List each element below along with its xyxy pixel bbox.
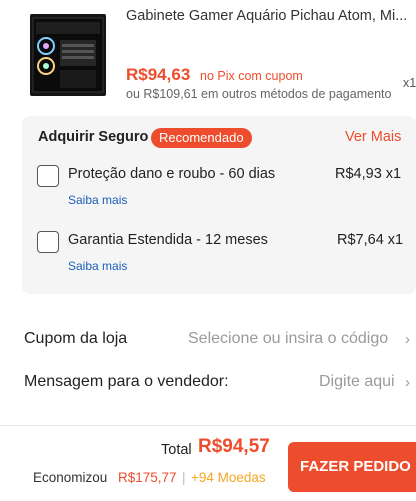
savings-value: R$175,77 — [118, 470, 177, 485]
place-order-button[interactable]: FAZER PEDIDO — [288, 442, 416, 492]
seller-message-row[interactable]: Mensagem para o vendedor: Digite aqui › — [0, 360, 416, 404]
recommended-badge: Recomendado — [151, 128, 252, 148]
insurance-option-checkbox[interactable] — [37, 165, 59, 187]
chevron-right-icon: › — [405, 374, 410, 391]
insurance-option-price: R$7,64 x1 — [337, 232, 404, 248]
learn-more-link[interactable]: Saiba mais — [68, 259, 127, 273]
insurance-title: Adquirir Seguro — [38, 129, 149, 145]
insurance-option-label: Garantia Estendida - 12 meses — [68, 232, 268, 248]
see-more-link[interactable]: Ver Mais — [345, 129, 401, 145]
learn-more-link[interactable]: Saiba mais — [68, 193, 127, 207]
other-payment-price: ou R$109,61 em outros métodos de pagamen… — [126, 87, 392, 101]
coins-earned: +94 Moedas — [191, 470, 266, 485]
product-thumbnail[interactable] — [22, 8, 114, 100]
store-coupon-row[interactable]: Cupom da loja Selecione ou insira o códi… — [0, 318, 416, 362]
seller-message-input[interactable]: Digite aqui — [319, 373, 395, 391]
chevron-right-icon: › — [405, 331, 410, 348]
insurance-option-label: Proteção dano e roubo - 60 dias — [68, 166, 276, 182]
product-title[interactable]: Gabinete Gamer Aquário Pichau Atom, Mi..… — [126, 8, 416, 24]
total-label: Total — [161, 442, 192, 458]
store-coupon-label: Cupom da loja — [24, 330, 128, 347]
seller-message-label: Mensagem para o vendedor: — [24, 373, 229, 390]
product-price: R$94,63 — [126, 65, 191, 84]
savings-label: Economizou — [33, 470, 108, 485]
insurance-option-checkbox[interactable] — [37, 231, 59, 253]
separator: | — [182, 470, 186, 485]
total-value: R$94,57 — [198, 436, 270, 457]
store-coupon-value: Selecione ou insira o código — [188, 330, 389, 347]
insurance-option-price: R$4,93 x1 — [335, 166, 402, 182]
pix-discount-text: no Pix com cupom — [200, 69, 303, 83]
product-quantity: x1 — [403, 76, 416, 90]
